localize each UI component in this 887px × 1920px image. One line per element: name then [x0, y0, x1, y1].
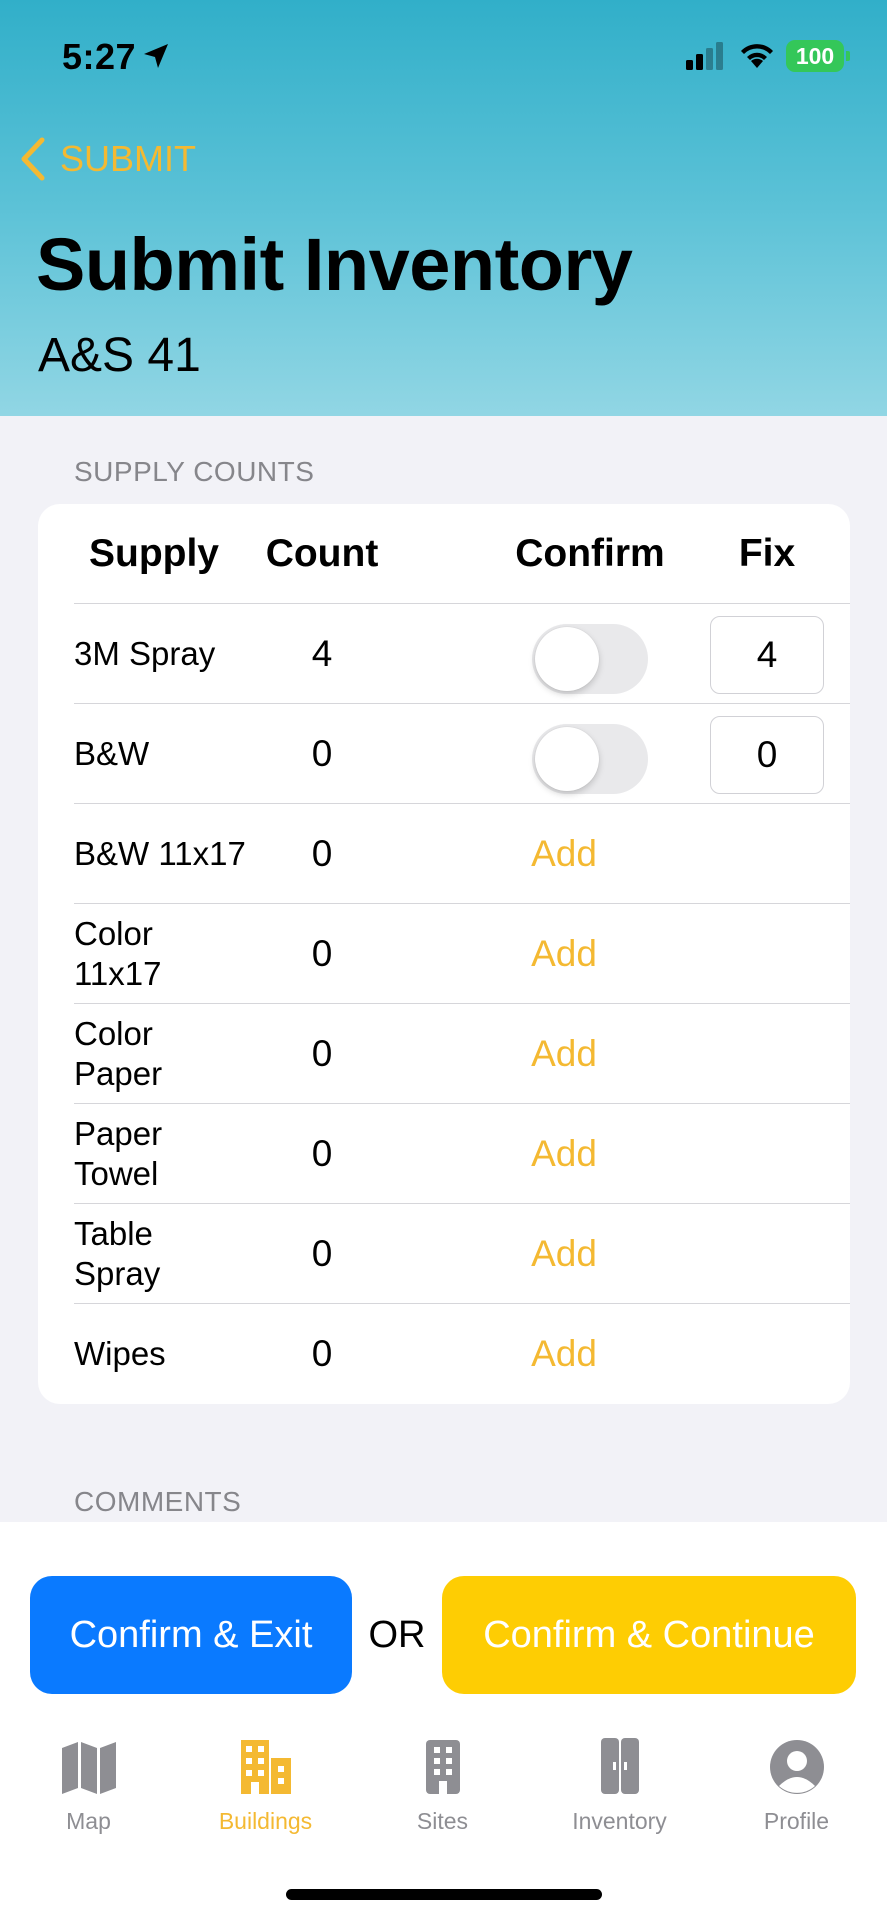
status-bar: 5:27 100 [0, 0, 887, 112]
supply-counts-section-label: SUPPLY COUNTS [74, 456, 315, 487]
tab-profile[interactable]: Profile [708, 1736, 885, 1856]
supply-count: 0 [311, 1133, 333, 1174]
sites-icon [425, 1740, 460, 1794]
tab-label: Profile [763, 1808, 830, 1834]
add-button[interactable]: Add [504, 1204, 624, 1304]
confirm-exit-button[interactable]: Confirm & Exit [30, 1576, 352, 1694]
add-button[interactable]: Add [504, 1304, 624, 1404]
wifi-icon [741, 44, 773, 68]
back-button[interactable]: SUBMIT [18, 134, 196, 184]
or-separator: OR [368, 1613, 426, 1656]
supply-name: Color 11x17 [74, 915, 162, 992]
add-button[interactable]: Add [504, 1104, 624, 1204]
map-icon [61, 1742, 116, 1794]
tab-label: Buildings [218, 1808, 313, 1834]
tab-inventory[interactable]: Inventory [531, 1736, 708, 1856]
confirm-toggle[interactable] [532, 624, 648, 694]
confirm-toggle[interactable] [532, 724, 648, 794]
table-row: Table Spray 0 Add [74, 1204, 850, 1304]
column-header-confirm: Confirm [515, 532, 665, 575]
supply-count: 0 [311, 1033, 333, 1074]
page-title: Submit Inventory [36, 223, 633, 306]
supply-count: 0 [311, 833, 333, 874]
supply-name: 3M Spray [74, 635, 216, 672]
header: 5:27 100 SUBMIT Submit Inventory A&S 41 [0, 0, 887, 416]
tab-label: Map [66, 1808, 111, 1834]
table-row: Paper Towel 0 Add [74, 1104, 850, 1204]
supply-name: B&W [74, 735, 150, 772]
tab-buildings[interactable]: Buildings [177, 1736, 354, 1856]
back-button-label: SUBMIT [60, 138, 197, 179]
tab-map[interactable]: Map [0, 1736, 177, 1856]
toggle-knob [535, 727, 599, 791]
comments-section-label: COMMENTS [74, 1486, 242, 1517]
bottom-panel: Confirm & Exit OR Confirm & Continue Map… [0, 1522, 887, 1920]
page-subtitle: A&S 41 [38, 329, 201, 382]
table-row: B&W 0 0 [74, 704, 850, 804]
table-row: Wipes 0 Add [74, 1304, 850, 1404]
fix-count-input[interactable]: 0 [710, 716, 824, 794]
table-row: Color Paper 0 Add [74, 1004, 850, 1104]
supply-count: 0 [311, 733, 333, 774]
column-header-supply: Supply [88, 532, 219, 575]
table-row: Color 11x17 0 Add [74, 904, 850, 1004]
battery-indicator: 100 [786, 40, 850, 72]
confirm-continue-button[interactable]: Confirm & Continue [442, 1576, 856, 1694]
supply-count: 0 [311, 1233, 333, 1274]
column-header-count: Count [265, 532, 379, 575]
status-time: 5:27 [62, 36, 137, 77]
supply-name: Wipes [74, 1335, 166, 1372]
tab-bar: Map Buildings Sites Inventory Profile [0, 1736, 887, 1856]
table-header-row: Supply Count Confirm Fix [74, 504, 850, 604]
fix-count-input[interactable]: 4 [710, 616, 824, 694]
supply-count: 4 [311, 633, 333, 674]
profile-icon [769, 1740, 824, 1794]
battery-level: 100 [795, 42, 835, 69]
column-header-fix: Fix [738, 532, 796, 575]
supply-name: Color Paper [74, 1015, 163, 1092]
toggle-knob [535, 627, 599, 691]
supply-counts-table: Supply Count Confirm Fix 3M Spray 4 4 B&… [38, 504, 850, 1404]
inventory-icon [600, 1738, 639, 1794]
supply-count: 0 [311, 933, 333, 974]
supply-name: Table Spray [74, 1215, 161, 1292]
home-indicator[interactable] [286, 1889, 602, 1900]
add-button[interactable]: Add [504, 1004, 624, 1104]
table-row: B&W 11x17 0 Add [74, 804, 850, 904]
add-button[interactable]: Add [504, 804, 624, 904]
buildings-icon [240, 1740, 291, 1794]
tab-sites[interactable]: Sites [354, 1736, 531, 1856]
location-arrow-icon [144, 44, 168, 68]
supply-name: Paper Towel [74, 1115, 163, 1192]
table-row: 3M Spray 4 4 [74, 604, 850, 704]
supply-name: B&W 11x17 [74, 835, 246, 872]
cellular-signal-icon [686, 42, 723, 70]
add-button[interactable]: Add [504, 904, 624, 1004]
chevron-left-icon [21, 137, 45, 181]
supply-count: 0 [311, 1333, 333, 1374]
tab-label: Inventory [572, 1808, 667, 1834]
tab-label: Sites [416, 1808, 469, 1834]
